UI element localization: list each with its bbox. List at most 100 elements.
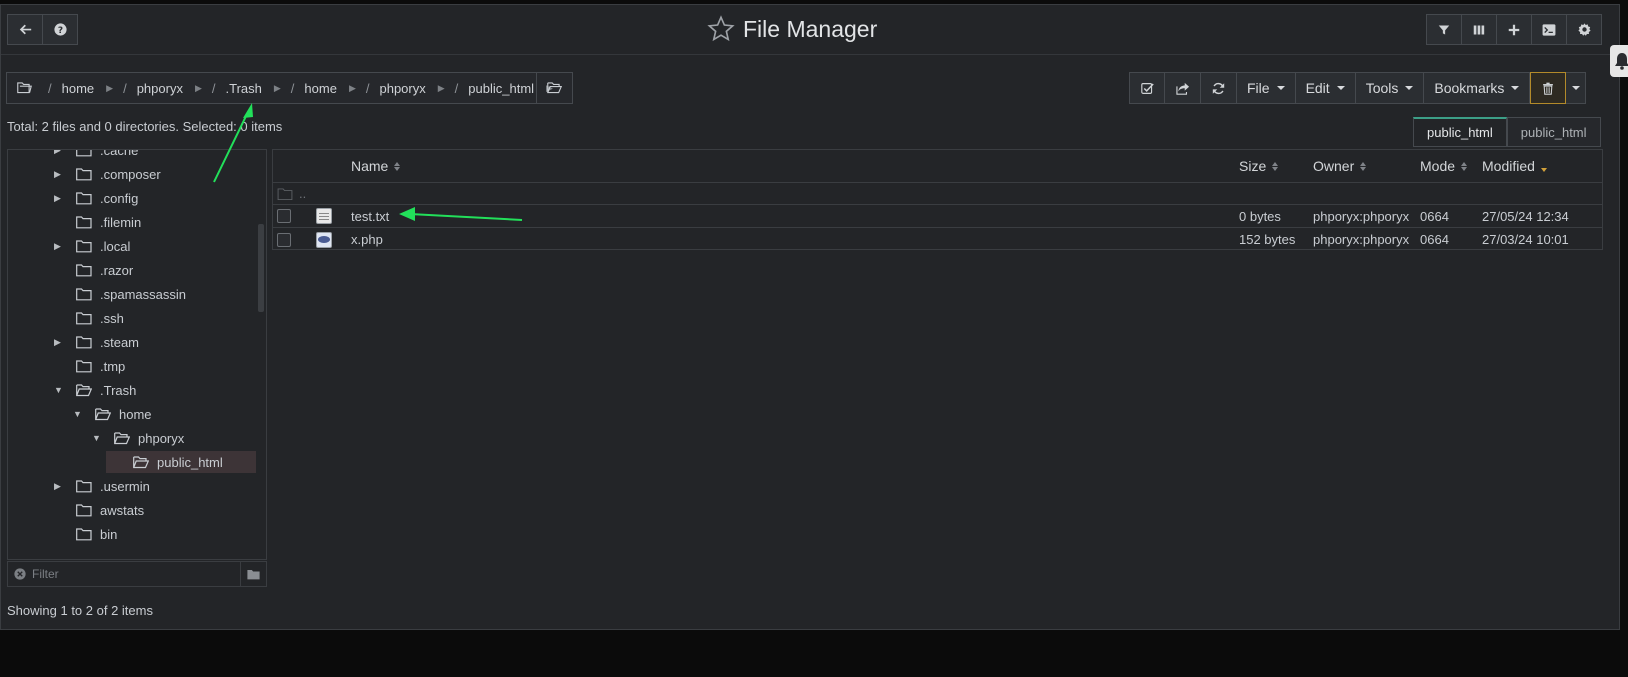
caret-down-icon[interactable]: ▼ xyxy=(92,433,102,443)
filter-button[interactable] xyxy=(1426,14,1462,45)
tree-item[interactable]: .ssh xyxy=(76,307,256,329)
filter-input[interactable] xyxy=(32,567,242,581)
terminal-button[interactable] xyxy=(1531,14,1567,45)
tree-item[interactable]: .tmp xyxy=(76,355,256,377)
folder-filter-button[interactable] xyxy=(240,562,266,586)
breadcrumb: / home ▶ / phporyx ▶ / .Trash ▶ / home ▶… xyxy=(6,72,573,104)
mode-column-header[interactable]: Mode xyxy=(1420,150,1468,182)
folder-icon xyxy=(277,187,293,200)
caret-right-icon[interactable]: ▶ xyxy=(54,150,64,156)
caret-right-icon[interactable]: ▶ xyxy=(195,83,202,94)
pagination-info: Showing 1 to 2 of 2 items xyxy=(7,603,153,618)
tree-item[interactable]: .razor xyxy=(76,259,256,281)
tree-item-label: home xyxy=(119,406,152,422)
tree-item[interactable]: ▼ phporyx xyxy=(92,427,266,449)
tree-item[interactable]: ▼ .Trash xyxy=(54,379,256,401)
breadcrumb-item[interactable]: home xyxy=(304,81,337,96)
tree-item-label: .ssh xyxy=(100,310,124,326)
tools-menu-button[interactable]: Tools xyxy=(1355,72,1425,104)
back-icon xyxy=(19,24,31,35)
breadcrumb-item[interactable]: home xyxy=(62,81,95,96)
tree-filter xyxy=(7,561,267,587)
help-button[interactable]: ? xyxy=(42,14,78,45)
tree-item[interactable]: ▶ .usermin xyxy=(54,475,256,497)
tree-item[interactable]: .spamassassin xyxy=(76,283,256,305)
caret-right-icon[interactable]: ▶ xyxy=(54,337,64,348)
file-menu-button[interactable]: File xyxy=(1237,72,1296,104)
tree-item-label: awstats xyxy=(100,502,145,518)
trash-dropdown-button[interactable] xyxy=(1566,72,1587,104)
tree-item[interactable]: ▶ .config xyxy=(54,187,256,209)
row-checkbox[interactable] xyxy=(277,209,291,223)
caret-right-icon[interactable]: ▶ xyxy=(438,83,445,94)
tree-item-label: .config xyxy=(100,190,139,206)
help-icon: ? xyxy=(53,23,67,36)
folder-icon xyxy=(76,191,92,204)
back-button[interactable] xyxy=(7,14,43,45)
share-button[interactable] xyxy=(1165,72,1201,104)
refresh-button[interactable] xyxy=(1201,72,1237,104)
tree-item[interactable]: ▶ .composer xyxy=(54,163,256,185)
bookmarks-menu-button[interactable]: Bookmarks xyxy=(1424,72,1531,104)
caret-right-icon[interactable]: ▶ xyxy=(54,241,64,252)
name-column-header[interactable]: Name xyxy=(351,150,401,182)
tree-item[interactable]: bin xyxy=(76,523,256,545)
modified-column-header[interactable]: Modified xyxy=(1482,150,1547,182)
file-name[interactable]: test.txt xyxy=(351,205,389,227)
folder-icon xyxy=(76,527,92,540)
tree-item[interactable]: .filemin xyxy=(76,211,256,233)
caret-right-icon[interactable]: ▶ xyxy=(274,83,281,94)
file-size: 152 bytes xyxy=(1239,232,1296,247)
tree-item-label: .spamassassin xyxy=(100,286,186,302)
page-title: File Manager xyxy=(743,15,878,42)
caret-right-icon[interactable]: ▶ xyxy=(106,83,113,94)
size-column-header[interactable]: Size xyxy=(1239,150,1279,182)
tree-item[interactable]: awstats xyxy=(76,499,256,521)
tree-item-label: .cache xyxy=(100,149,139,158)
clear-filter-icon[interactable] xyxy=(14,568,26,580)
edit-menu-button[interactable]: Edit xyxy=(1295,72,1356,104)
caret-right-icon[interactable]: ▶ xyxy=(54,193,64,204)
title-wrap: File Manager xyxy=(707,15,877,43)
table-row[interactable]: x.php 152 bytes phporyx:phporyx 0664 27/03/2… xyxy=(273,228,1602,251)
caret-down-icon[interactable]: ▼ xyxy=(54,385,64,395)
caret-right-icon[interactable]: ▶ xyxy=(54,481,64,492)
check-square-icon xyxy=(1140,82,1154,94)
text-file-icon xyxy=(316,208,332,224)
trash-button[interactable] xyxy=(1530,72,1567,104)
tree-item[interactable]: ▶ .cache xyxy=(54,149,256,161)
header-bar: ? File Manager xyxy=(1,5,1619,55)
star-icon[interactable] xyxy=(707,15,735,43)
caret-right-icon[interactable]: ▶ xyxy=(54,169,64,180)
bell-icon xyxy=(1615,53,1628,70)
table-row[interactable]: test.txt 0 bytes phporyx:phporyx 0664 27/05/… xyxy=(273,205,1602,228)
caret-down-icon[interactable]: ▼ xyxy=(73,409,83,419)
tree-item[interactable]: ▶ .local xyxy=(54,235,256,257)
tab-public-html[interactable]: public_html xyxy=(1506,117,1601,147)
breadcrumb-item[interactable]: .Trash xyxy=(226,81,262,96)
breadcrumb-item[interactable]: phporyx xyxy=(379,81,425,96)
tree-item-label: .composer xyxy=(100,166,161,182)
tree-item[interactable]: ▶ .steam xyxy=(54,331,256,353)
tab-bar: public_html public_html xyxy=(1413,117,1601,147)
row-checkbox[interactable] xyxy=(277,232,291,247)
open-folder-button[interactable] xyxy=(536,73,572,103)
breadcrumb-item[interactable]: phporyx xyxy=(137,81,183,96)
columns-button[interactable] xyxy=(1461,14,1497,45)
parent-directory-row[interactable]: .. xyxy=(273,183,1602,205)
tab-public-html-active[interactable]: public_html xyxy=(1413,117,1507,147)
file-name[interactable]: x.php xyxy=(351,228,383,251)
caret-down-icon xyxy=(1571,86,1580,90)
root-folder-icon[interactable] xyxy=(17,82,32,94)
refresh-icon xyxy=(1212,82,1225,94)
settings-button[interactable] xyxy=(1566,14,1602,45)
tree-item[interactable]: ▼ home xyxy=(73,403,266,425)
add-button[interactable] xyxy=(1496,14,1532,45)
owner-column-header[interactable]: Owner xyxy=(1313,150,1367,182)
tree-scrollbar[interactable] xyxy=(258,224,264,312)
tree-item[interactable]: public_html xyxy=(106,451,256,473)
notifications-button[interactable] xyxy=(1610,45,1628,77)
select-all-button[interactable] xyxy=(1129,72,1165,104)
breadcrumb-item[interactable]: public_html xyxy=(468,81,534,96)
caret-right-icon[interactable]: ▶ xyxy=(349,83,356,94)
